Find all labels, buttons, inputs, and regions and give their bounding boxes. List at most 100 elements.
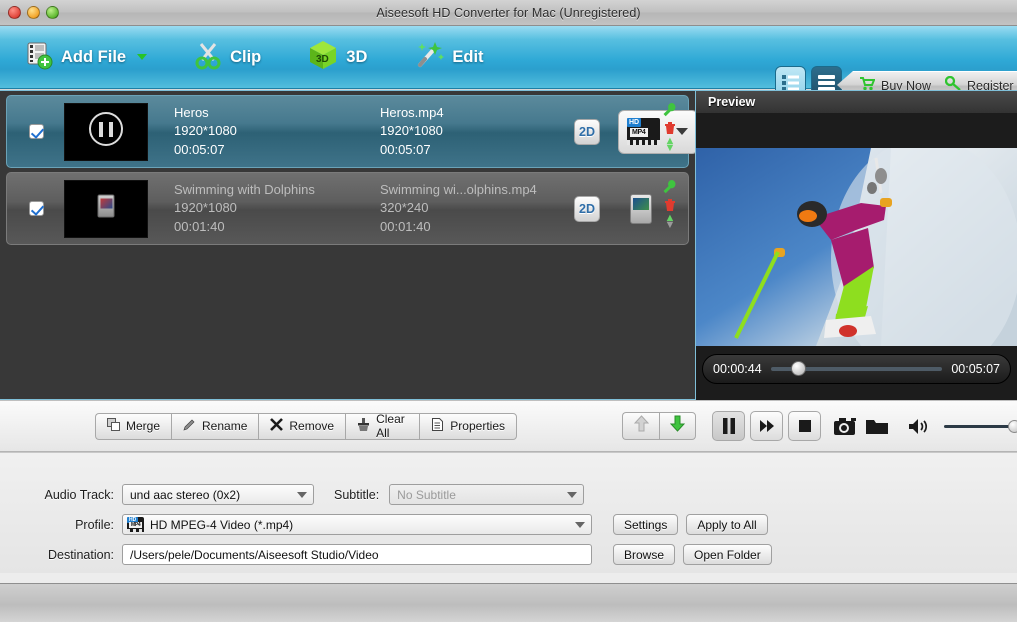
subtitle-select[interactable]: No Subtitle [389,484,585,505]
wrench-icon[interactable] [662,179,678,195]
output-duration: 00:01:40 [380,218,431,234]
move-down-button[interactable] [659,412,696,440]
magic-wand-icon [413,40,445,75]
phone-thumbnail-icon [97,194,115,218]
source-resolution: 1920*1080 [174,123,237,139]
pause-button[interactable] [712,411,746,441]
remove-button[interactable]: Remove [258,412,346,440]
source-info: Swimming with Dolphins 1920*1080 00:01:4… [174,181,354,236]
subtitle-label: Subtitle: [334,487,380,502]
zoom-button[interactable] [46,6,59,19]
row-profile-selector[interactable] [618,187,664,231]
volume-knob[interactable] [1008,419,1017,433]
reorder-group [622,412,696,440]
preview-video[interactable] [696,148,1017,346]
source-name: Swimming with Dolphins [174,181,315,197]
chevron-down-icon[interactable] [575,522,585,528]
pause-icon [722,418,735,434]
mobile-device-icon [630,193,652,224]
table-row[interactable]: Heros 1920*1080 00:05:07 Heros.mp4 1920*… [6,95,695,168]
snapshot-button[interactable] [833,412,859,440]
pencil-icon [183,418,196,434]
source-duration: 00:01:40 [174,218,225,234]
profile-value: HD MPEG-4 Video (*.mp4) [150,517,294,532]
output-name: Heros.mp4 [380,104,444,120]
chevron-down-icon[interactable] [567,492,578,498]
application-window: Aiseesoft HD Converter for Mac (Unregist… [0,0,1017,622]
settings-button[interactable]: Settings [613,514,679,535]
close-button[interactable] [8,6,21,19]
volume-slider[interactable] [943,419,1017,433]
trash-icon[interactable] [662,197,678,213]
list-action-group: Merge Rename Remove Clear All Properties [95,412,517,440]
clear-all-button[interactable]: Clear All [345,412,420,440]
dimension-badge[interactable]: 2D [574,118,600,145]
source-name: Heros [174,104,209,120]
output-duration: 00:05:07 [380,141,431,157]
open-folder-button[interactable]: Open Folder [683,544,772,565]
three-d-button[interactable]: 3D 3D [297,34,377,80]
preview-seek-bar[interactable]: 00:00:44 00:05:07 [702,354,1011,384]
seek-slider[interactable] [770,361,943,376]
row-tools: ▲ ▼ [662,179,678,231]
browse-button[interactable]: Browse [613,544,676,565]
open-folder-button[interactable] [864,412,890,440]
row-thumbnail [64,179,148,238]
destination-label: Destination: [47,547,114,562]
row-reorder[interactable]: ▲ ▼ [665,136,676,154]
profile-select[interactable]: HD MP4 HD MPEG-4 Video (*.mp4) [122,514,592,535]
preview-controls [696,400,1017,452]
output-resolution: 1920*1080 [380,123,443,139]
properties-label: Properties [450,419,505,433]
row-reorder[interactable]: ▲ ▼ [665,213,676,231]
move-up-button[interactable] [622,412,659,440]
seek-knob[interactable] [791,361,807,376]
row-profile-selector[interactable]: HD MP4 [618,109,695,154]
file-list[interactable]: Heros 1920*1080 00:05:07 Heros.mp4 1920*… [0,90,696,400]
rename-button[interactable]: Rename [171,412,259,440]
clip-label: Clip [230,47,262,66]
dimension-badge[interactable]: 2D [574,195,600,222]
chevron-down-icon[interactable]: ▼ [665,143,676,154]
merge-icon [107,418,120,434]
arrow-up-icon [633,415,649,437]
settings-panel: Audio Track: und aac stereo (0x2) Subtit… [0,452,1017,583]
chevron-down-icon[interactable]: ▼ [665,220,676,231]
chevron-down-icon[interactable] [297,492,307,498]
subtitle-value: No Subtitle [397,487,456,502]
row-tools: ▲ ▼ [662,102,678,154]
volume-button[interactable] [906,412,932,440]
svg-text:3D: 3D [316,54,329,65]
add-file-icon [24,40,54,75]
row-checkbox[interactable] [29,201,44,216]
destination-value: /Users/pele/Documents/Aiseesoft Studio/V… [130,547,379,562]
preview-title: Preview [696,91,1017,113]
stop-button[interactable] [788,411,822,441]
trash-icon[interactable] [662,120,678,136]
wrench-icon[interactable] [662,102,678,118]
x-icon [270,418,284,434]
title-bar: Aiseesoft HD Converter for Mac (Unregist… [0,0,1017,26]
source-resolution: 1920*1080 [174,200,237,216]
remove-label: Remove [289,419,335,433]
chevron-down-icon[interactable] [137,54,148,60]
preview-panel: Preview 00:00:44 00:05:07 [696,90,1017,400]
audio-track-select[interactable]: und aac stereo (0x2) [122,484,314,505]
merge-button[interactable]: Merge [95,412,172,440]
stop-icon [798,420,811,432]
add-file-button[interactable]: Add File [14,34,157,80]
edit-button[interactable]: Edit [403,34,493,80]
profile-row: Profile: HD MP4 HD MPEG-4 Video (*.mp4) … [18,514,768,535]
minimize-button[interactable] [27,6,40,19]
row-checkbox[interactable] [29,124,44,139]
fast-forward-button[interactable] [750,411,784,441]
hd-mp4-icon: HD MP4 [127,517,144,532]
output-info: Swimming wi...olphins.mp4 320*240 00:01:… [380,181,560,236]
clip-button[interactable]: Clip [183,34,271,80]
destination-input[interactable]: /Users/pele/Documents/Aiseesoft Studio/V… [122,544,592,565]
apply-to-all-button[interactable]: Apply to All [686,514,768,535]
panel-gap [0,573,1017,583]
properties-button[interactable]: Properties [419,412,517,440]
table-row[interactable]: Swimming with Dolphins 1920*1080 00:01:4… [6,172,689,245]
row-thumbnail [64,102,148,161]
